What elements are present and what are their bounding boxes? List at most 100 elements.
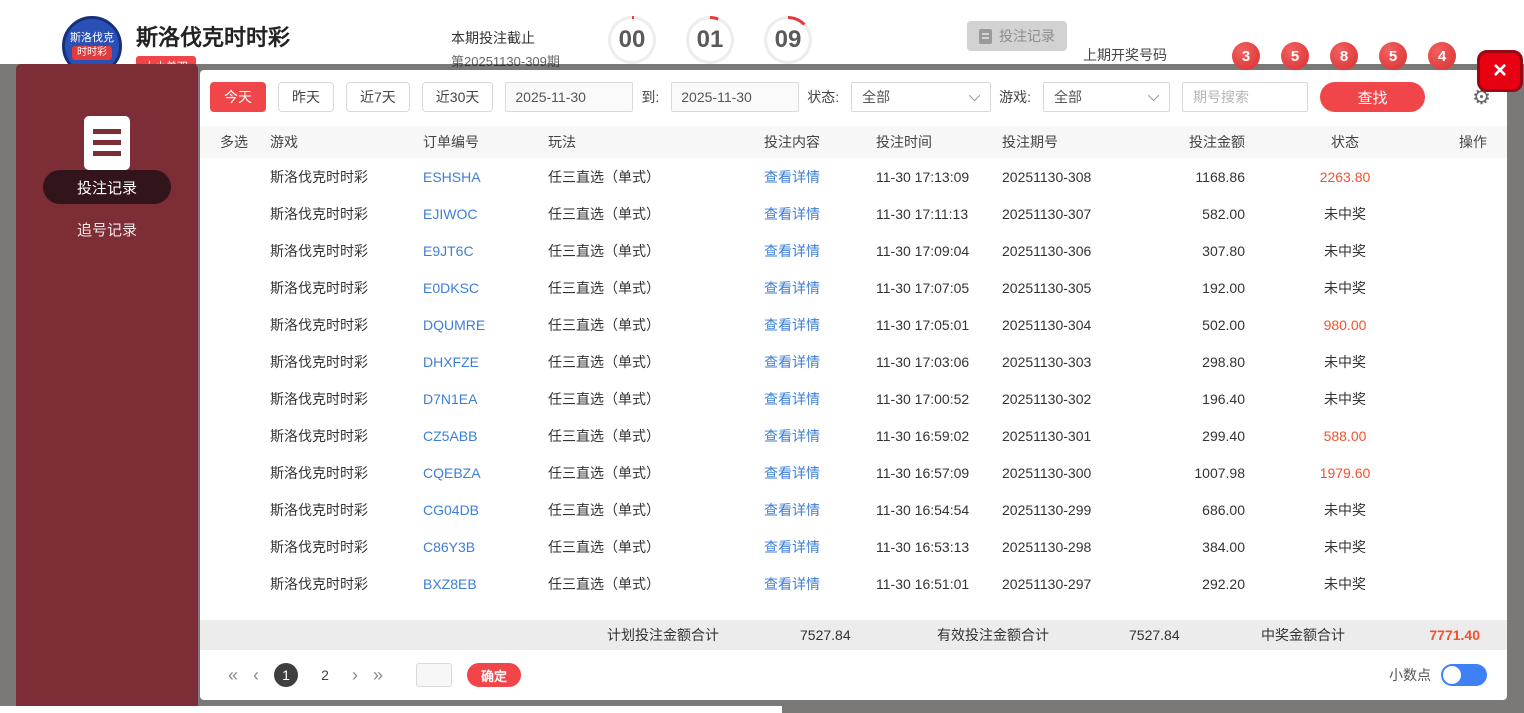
- row-view-detail-link[interactable]: 查看详情: [764, 241, 876, 261]
- first-page-button[interactable]: «: [228, 666, 238, 684]
- filter-last30-button[interactable]: 近30天: [421, 82, 494, 112]
- row-game: 斯洛伐克时时彩: [270, 501, 368, 518]
- next-page-button[interactable]: ›: [352, 666, 358, 684]
- row-period: 20251130-303: [1002, 353, 1092, 370]
- sidebar-item-label: 追号记录: [76, 221, 137, 239]
- page-jump-input[interactable]: [416, 663, 453, 687]
- chevron-down-icon: [969, 89, 981, 102]
- filter-yesterday-button[interactable]: 昨天: [278, 82, 334, 112]
- row-period: 20251130-298: [1002, 538, 1092, 555]
- row-game: 斯洛伐克时时彩: [270, 427, 368, 444]
- date-from-input[interactable]: [505, 82, 634, 112]
- table-row: 斯洛伐克时时彩 D7N1EA 任三直选（单式） 查看详情 11-30 17:00…: [200, 380, 1507, 417]
- row-view-detail-link[interactable]: 查看详情: [764, 389, 876, 409]
- date-to-label: 到:: [641, 89, 660, 105]
- row-bet-time: 11-30 17:03:06: [876, 353, 970, 370]
- row-bet-time: 11-30 17:13:09: [876, 168, 970, 185]
- row-view-detail-link[interactable]: 查看详情: [764, 500, 876, 520]
- logo-text-top: 斯洛伐克: [70, 31, 114, 44]
- game-label: 游戏:: [999, 89, 1032, 105]
- pagination-bar: « ‹ 1 2 › » 确定 小数点: [200, 663, 1507, 687]
- row-order-link[interactable]: E0DKSC: [423, 280, 548, 296]
- row-order-link[interactable]: CZ5ABB: [423, 428, 548, 444]
- row-play-type: 任三直选（单式）: [548, 242, 660, 259]
- row-game: 斯洛伐克时时彩: [270, 353, 368, 370]
- page-1-button[interactable]: 1: [274, 663, 299, 687]
- sidebar-item-bet-records[interactable]: 投注记录: [43, 170, 171, 204]
- row-bet-time: 11-30 17:00:52: [876, 390, 970, 407]
- row-period: 20251130-304: [1002, 316, 1092, 333]
- game-select[interactable]: 全部: [1043, 82, 1171, 112]
- row-bet-time: 11-30 16:57:09: [876, 464, 970, 481]
- row-view-detail-link[interactable]: 查看详情: [764, 352, 876, 372]
- row-order-link[interactable]: DQUMRE: [423, 317, 548, 333]
- period-search-input[interactable]: [1182, 82, 1309, 112]
- row-view-detail-link[interactable]: 查看详情: [764, 463, 876, 483]
- row-bet-time: 11-30 17:11:13: [876, 205, 969, 222]
- row-play-type: 任三直选（单式）: [548, 501, 660, 518]
- records-document-icon: [84, 116, 130, 170]
- countdown-seconds: 09: [764, 16, 812, 64]
- row-play-type: 任三直选（单式）: [548, 168, 660, 185]
- filter-today-button[interactable]: 今天: [210, 82, 266, 112]
- row-view-detail-link[interactable]: 查看详情: [764, 278, 876, 298]
- filter-bar: 今天 昨天 近7天 近30天 到: 状态: 全部 游戏: 全部 查找 ⚙: [200, 70, 1507, 112]
- row-game: 斯洛伐克时时彩: [270, 390, 368, 407]
- row-order-link[interactable]: ESHSHA: [423, 169, 548, 185]
- row-bet-time: 11-30 17:05:01: [876, 316, 970, 333]
- row-play-type: 任三直选（单式）: [548, 279, 660, 296]
- logo-text-bottom: 时时彩: [72, 45, 112, 60]
- row-status: 未中奖: [1324, 390, 1366, 407]
- column-header: 投注内容: [764, 134, 820, 150]
- row-game: 斯洛伐克时时彩: [270, 279, 368, 296]
- document-icon: [979, 28, 992, 44]
- page-2-button[interactable]: 2: [313, 663, 337, 687]
- row-order-link[interactable]: DHXFZE: [423, 354, 548, 370]
- toggle-knob: [1443, 666, 1461, 684]
- last-page-button[interactable]: »: [373, 666, 383, 684]
- row-status: 未中奖: [1324, 501, 1366, 518]
- draw-ball: 4: [1428, 42, 1456, 70]
- row-order-link[interactable]: CQEBZA: [423, 465, 548, 481]
- prev-page-button[interactable]: ‹: [253, 666, 259, 684]
- filter-last7-button[interactable]: 近7天: [346, 82, 410, 112]
- row-period: 20251130-306: [1002, 242, 1092, 259]
- row-view-detail-link[interactable]: 查看详情: [764, 426, 876, 446]
- column-header: 投注期号: [1002, 134, 1058, 150]
- row-status: 未中奖: [1324, 538, 1366, 555]
- close-button[interactable]: ×: [1477, 50, 1523, 92]
- search-button[interactable]: 查找: [1320, 82, 1426, 112]
- bet-record-header-button[interactable]: 投注记录: [967, 21, 1067, 51]
- row-view-detail-link[interactable]: 查看详情: [764, 167, 876, 187]
- row-play-type: 任三直选（单式）: [548, 575, 660, 592]
- date-to-input[interactable]: [671, 82, 800, 112]
- game-select-value: 全部: [1054, 89, 1083, 105]
- column-header: 状态: [1331, 134, 1359, 150]
- row-order-link[interactable]: CG04DB: [423, 502, 548, 518]
- row-view-detail-link[interactable]: 查看详情: [764, 574, 876, 594]
- row-period: 20251130-302: [1002, 390, 1092, 407]
- row-view-detail-link[interactable]: 查看详情: [764, 204, 876, 224]
- table-row: 斯洛伐克时时彩 DQUMRE 任三直选（单式） 查看详情 11-30 17:05…: [200, 306, 1507, 343]
- column-header: 玩法: [548, 134, 576, 150]
- row-amount: 1168.86: [1195, 168, 1245, 185]
- row-view-detail-link[interactable]: 查看详情: [764, 537, 876, 557]
- row-view-detail-link[interactable]: 查看详情: [764, 315, 876, 335]
- decimal-point-toggle[interactable]: [1441, 664, 1487, 686]
- status-select[interactable]: 全部: [851, 82, 992, 112]
- row-order-link[interactable]: C86Y3B: [423, 539, 548, 555]
- table-body: 斯洛伐克时时彩 ESHSHA 任三直选（单式） 查看详情 11-30 17:13…: [200, 158, 1507, 602]
- win-total-label: 中奖金额合计: [1261, 627, 1345, 643]
- column-header: 多选: [220, 134, 248, 150]
- confirm-page-button[interactable]: 确定: [467, 663, 522, 687]
- draw-ball: 3: [1232, 42, 1260, 70]
- row-period: 20251130-301: [1002, 427, 1092, 444]
- row-game: 斯洛伐克时时彩: [270, 242, 368, 259]
- row-order-link[interactable]: E9JT6C: [423, 243, 548, 259]
- row-order-link[interactable]: D7N1EA: [423, 391, 548, 407]
- row-play-type: 任三直选（单式）: [548, 205, 660, 222]
- row-order-link[interactable]: BXZ8EB: [423, 576, 548, 592]
- sidebar-item-chase-records[interactable]: 追号记录: [43, 212, 171, 246]
- row-order-link[interactable]: EJIWOC: [423, 206, 548, 222]
- valid-total-value: 7527.84: [1129, 627, 1180, 643]
